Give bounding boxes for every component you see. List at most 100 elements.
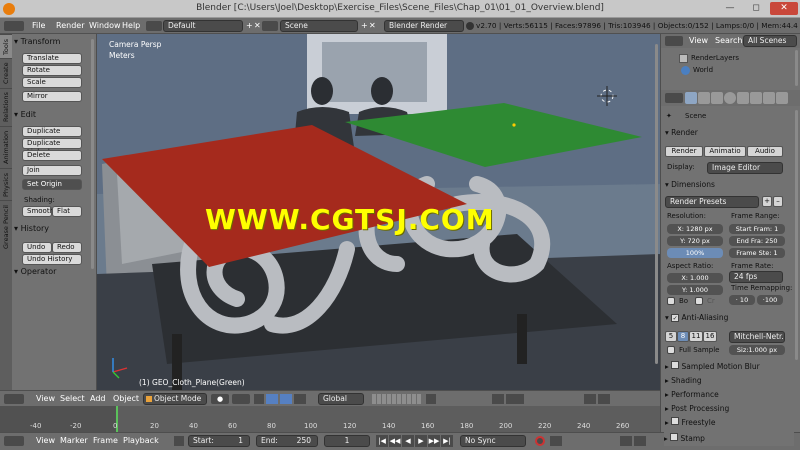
stamp-checkbox[interactable] [670,433,679,441]
aa-samples-8-button[interactable]: 8 [677,331,689,342]
start-frame-field[interactable]: Start: 1 [188,435,250,447]
sampled-motion-blur-panel-header[interactable]: ▸ Sampled Motion Blur [665,360,795,374]
object-tab-icon[interactable] [737,92,749,104]
viewport-scrollbar[interactable] [655,44,658,364]
data-tab-icon[interactable] [776,92,788,104]
shading-panel-header[interactable]: ▸ Shading [665,374,795,388]
keyframe-delete-icon[interactable] [634,436,646,446]
resolution-y-field[interactable]: Y: 720 px [667,236,723,246]
editor-type-icon[interactable] [665,36,683,46]
interaction-mode-select[interactable]: Object Mode [143,393,207,405]
render-button[interactable]: Render [665,146,703,157]
timeline-menu-view[interactable]: View [36,436,55,445]
history-panel-header[interactable]: ▾ History [14,224,49,233]
render-engine-select[interactable]: Blender Render [384,20,464,32]
duplicate-linked-button[interactable]: Duplicate Linked [22,138,82,156]
snap-icon[interactable] [492,394,504,404]
jump-end-icon[interactable]: ▶| [441,435,453,447]
minimize-button[interactable]: — [718,2,742,15]
time-remap-new-field[interactable]: ·100 [757,295,783,305]
aspect-x-field[interactable]: X: 1.000 [667,273,723,283]
translate-manipulator-icon[interactable] [266,394,278,404]
editor-type-icon[interactable] [4,21,24,31]
editor-type-icon[interactable] [4,394,24,404]
scene-select[interactable]: Scene [280,20,358,32]
shading-mode-icon[interactable]: ● [211,394,229,404]
layout-select[interactable]: Default [163,20,243,32]
motion-blur-checkbox[interactable] [671,361,680,369]
editor-type-icon[interactable] [665,93,683,103]
render-animation-button[interactable]: Animatio [704,146,746,157]
delete-button[interactable]: Delete [22,150,82,161]
render-audio-button[interactable]: Audio [747,146,783,157]
sync-mode-select[interactable]: No Sync [460,435,526,447]
scene-remove-button[interactable]: ✕ [369,21,376,30]
full-sample-checkbox[interactable] [667,346,675,354]
aa-samples-11-button[interactable]: 11 [689,331,703,342]
outliner-menu-view[interactable]: View [689,36,708,45]
timeline-area[interactable]: -40 -20 0 20 40 60 80 100 120 140 160 18… [0,406,660,432]
tab-relations[interactable]: Relations [0,88,12,126]
scale-button[interactable]: Scale [22,77,82,88]
play-icon[interactable]: ▶ [415,435,427,447]
current-frame-field[interactable]: 1 [324,435,370,447]
presets-remove-button[interactable]: – [773,196,783,207]
transform-panel-header[interactable]: ▾ Transform [14,37,60,46]
outliner-item-renderlayers[interactable]: RenderLayers [691,54,739,62]
scene-add-button[interactable]: + [361,21,368,30]
pivot-point-icon[interactable] [232,394,250,404]
undo-history-button[interactable]: Undo History [22,254,82,265]
set-origin-select[interactable]: Set Origin [22,179,82,190]
performance-panel-header[interactable]: ▸ Performance [665,388,795,402]
scene-icon[interactable] [262,21,278,31]
rotate-button[interactable]: Rotate [22,65,82,76]
smooth-button[interactable]: Smooth [22,206,54,217]
render-presets-select[interactable]: Render Presets [665,196,759,208]
time-remap-old-field[interactable]: · 10 [729,295,755,305]
presets-add-button[interactable]: + [762,196,772,207]
layout-icon[interactable] [146,21,162,31]
transform-orientation-select[interactable]: Global [318,393,364,405]
rotate-manipulator-icon[interactable] [280,394,292,404]
aa-filter-select[interactable]: Mitchell-Netr... [729,331,785,343]
play-reverse-icon[interactable]: ◀ [402,435,414,447]
post-processing-panel-header[interactable]: ▸ Post Processing [665,402,795,416]
stamp-panel-header[interactable]: ▸ Stamp [664,432,794,446]
frame-step-field[interactable]: Frame Ste: 1 [729,248,785,258]
outliner-menu-search[interactable]: Search [715,36,742,45]
render-panel-header[interactable]: ▾ Render [665,126,795,140]
anti-aliasing-panel-header[interactable]: ▾ ✓ Anti-Aliasing [665,311,795,325]
properties-scrollbar[interactable] [795,110,798,360]
world-tab-icon[interactable] [724,92,736,104]
preview-range-icon[interactable] [174,436,184,446]
opengl-render-icon[interactable] [584,394,596,404]
border-checkbox[interactable] [667,297,675,305]
outliner-scrollbar[interactable] [795,50,798,86]
menu-render[interactable]: Render [56,21,84,30]
crop-checkbox[interactable] [695,297,703,305]
render-layers-tab-icon[interactable] [698,92,710,104]
translate-button[interactable]: Translate [22,53,82,64]
layout-remove-button[interactable]: ✕ [254,21,261,30]
scale-manipulator-icon[interactable] [294,394,306,404]
join-button[interactable]: Join [22,165,82,176]
keyframe-insert-icon[interactable] [620,436,632,446]
duplicate-button[interactable]: Duplicate [22,126,82,137]
freestyle-checkbox[interactable] [671,417,680,425]
menu-add[interactable]: Add [90,394,106,403]
tab-physics[interactable]: Physics [0,168,12,200]
maximize-button[interactable]: ◻ [744,2,768,15]
render-tab-icon[interactable] [685,92,697,104]
opengl-anim-icon[interactable] [598,394,610,404]
menu-window[interactable]: Window [89,21,121,30]
layout-add-button[interactable]: + [246,21,253,30]
tab-tools[interactable]: Tools [0,34,12,58]
operator-panel-header[interactable]: ▾ Operator [14,267,56,276]
menu-object[interactable]: Object [113,394,139,403]
close-button[interactable]: ✕ [770,2,798,15]
aa-samples-16-button[interactable]: 16 [703,331,717,342]
timeline-menu-marker[interactable]: Marker [60,436,88,445]
constraints-tab-icon[interactable] [750,92,762,104]
snap-element-icon[interactable] [506,394,524,404]
layer-lock-icon[interactable] [426,394,436,404]
